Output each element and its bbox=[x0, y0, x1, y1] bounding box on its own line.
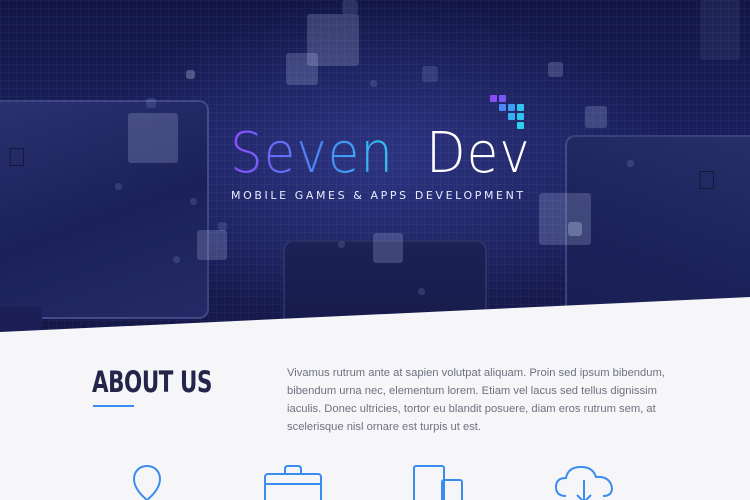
floating-square bbox=[286, 53, 318, 85]
floating-square bbox=[197, 230, 227, 260]
floating-square bbox=[418, 288, 425, 295]
about-paragraph: Vivamus rutrum ante at sapien volutpat a… bbox=[287, 364, 667, 436]
floating-square bbox=[218, 222, 227, 231]
floating-square bbox=[370, 80, 377, 87]
logo-pixel bbox=[508, 113, 515, 120]
devices-icon bbox=[404, 462, 474, 500]
floating-square bbox=[548, 62, 563, 77]
logo-pixel bbox=[499, 104, 506, 111]
floating-square bbox=[173, 256, 180, 263]
floating-square bbox=[338, 241, 345, 248]
cloud-download-icon bbox=[550, 462, 620, 500]
logo-pixels-icon bbox=[490, 95, 530, 135]
floating-square bbox=[190, 198, 197, 205]
hero-banner:   Seven Dev bbox=[0, 0, 750, 335]
monitor-left-stand bbox=[0, 307, 42, 335]
floating-square bbox=[146, 98, 156, 108]
floating-square bbox=[568, 222, 582, 236]
floating-square bbox=[585, 106, 607, 128]
logo-pixel bbox=[499, 95, 506, 102]
about-body-text: Vivamus rutrum ante at sapien volutpat a… bbox=[287, 367, 665, 433]
page:   Seven Dev bbox=[0, 0, 750, 500]
hero-tagline: MOBILE GAMES & APPS DEVELOPMENT bbox=[231, 189, 526, 202]
floating-square bbox=[422, 66, 438, 82]
logo-pixel bbox=[508, 104, 515, 111]
apple-logo-icon:  bbox=[7, 144, 27, 170]
logo-pixel bbox=[490, 95, 497, 102]
logo-pixel bbox=[517, 104, 524, 111]
monitor-right-stand bbox=[687, 307, 750, 335]
floating-square bbox=[128, 113, 178, 163]
logo-pixel bbox=[517, 122, 524, 129]
logo-word-seven: Seven bbox=[230, 121, 394, 186]
person-icon bbox=[112, 462, 182, 500]
floating-square bbox=[186, 70, 195, 79]
floating-square bbox=[627, 160, 634, 167]
floating-square bbox=[539, 193, 591, 245]
monitor-right-image:  bbox=[565, 135, 750, 335]
logo-pixel bbox=[517, 113, 524, 120]
apple-logo-icon:  bbox=[697, 167, 717, 193]
briefcase-icon bbox=[258, 462, 328, 500]
floating-square bbox=[700, 0, 740, 60]
about-heading: ABOUT US bbox=[92, 365, 212, 399]
about-heading-underline bbox=[93, 405, 134, 407]
floating-square bbox=[115, 183, 122, 190]
floating-square bbox=[373, 233, 403, 263]
floating-square bbox=[342, 0, 358, 14]
